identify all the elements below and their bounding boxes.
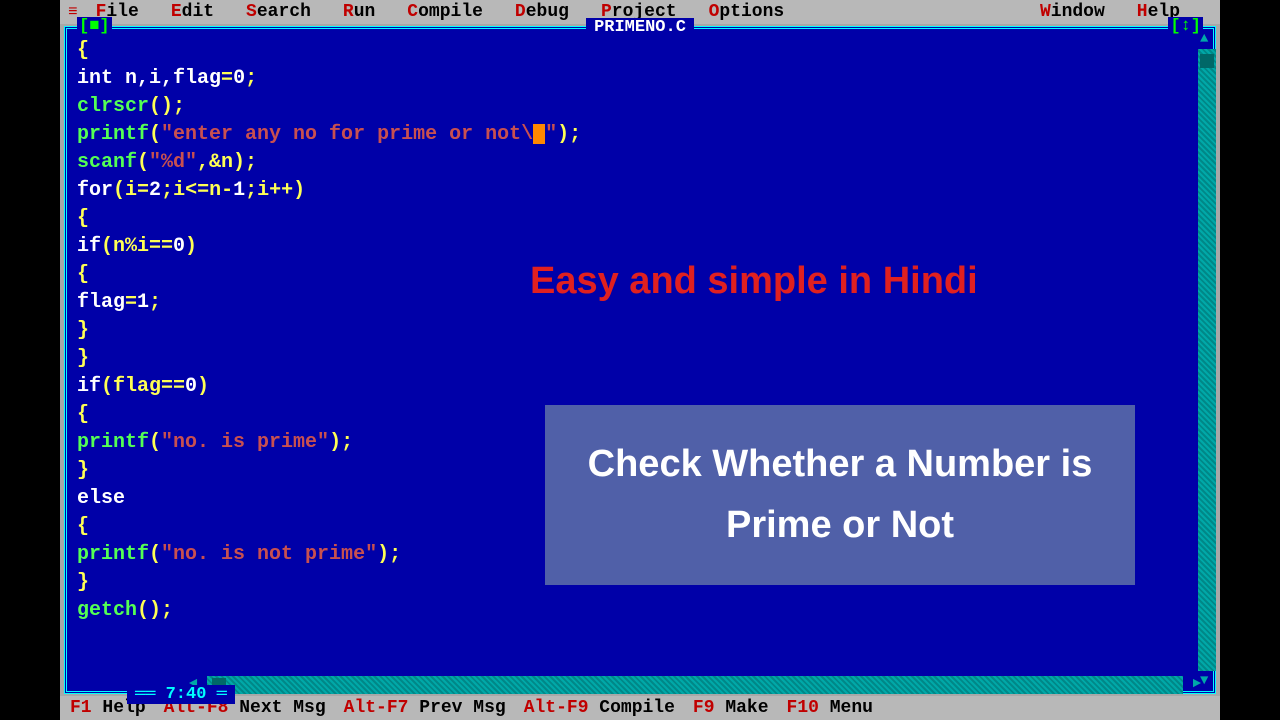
menu-indow[interactable]: Window	[1040, 2, 1105, 22]
overlay-box: Check Whether a Number is Prime or Not	[545, 405, 1135, 585]
code-line[interactable]: }	[77, 345, 1203, 373]
window-close-button[interactable]: [■]	[77, 17, 112, 36]
code-line[interactable]: scanf("%d",&n);	[77, 149, 1203, 177]
code-line[interactable]: clrscr();	[77, 93, 1203, 121]
scroll-thumb-vertical[interactable]	[1200, 54, 1214, 68]
status-item[interactable]: F9 Make	[693, 698, 769, 718]
code-line[interactable]: getch();	[77, 597, 1203, 625]
code-line[interactable]: }	[77, 317, 1203, 345]
code-line[interactable]: {	[77, 205, 1203, 233]
code-line[interactable]: printf("enter any no for prime or not\")…	[77, 121, 1203, 149]
vertical-scrollbar[interactable]	[1198, 49, 1216, 671]
menu-ompile[interactable]: Compile	[407, 2, 483, 22]
code-line[interactable]: if(flag==0)	[77, 373, 1203, 401]
overlay-caption: Easy and simple in Hindi	[530, 260, 978, 303]
menu-bar: ≡ FileEditSearchRunCompileDebugProjectOp…	[60, 0, 1220, 24]
status-item[interactable]: Alt-F7 Prev Msg	[344, 698, 506, 718]
window-zoom-button[interactable]: [↕]	[1168, 17, 1203, 36]
status-item[interactable]: Alt-F9 Compile	[524, 698, 675, 718]
cursor-position: ══ 7:40 ═	[127, 685, 235, 704]
menu-un[interactable]: Run	[343, 2, 375, 22]
overlay-box-line2: Prime or Not	[726, 495, 954, 556]
code-line[interactable]: {	[77, 37, 1203, 65]
menu-dit[interactable]: Edit	[171, 2, 214, 22]
code-line[interactable]: if(n%i==0)	[77, 233, 1203, 261]
editor-frame: [■] PRIMENO.C [↕] {int n,i,flag=0;clrscr…	[64, 26, 1216, 694]
menu-roject[interactable]: Project	[601, 2, 677, 22]
menu-ebug[interactable]: Debug	[515, 2, 569, 22]
text-cursor	[533, 124, 545, 144]
ide-window: ≡ FileEditSearchRunCompileDebugProjectOp…	[60, 0, 1220, 720]
overlay-box-line1: Check Whether a Number is	[588, 434, 1093, 495]
status-item[interactable]: F10 Menu	[787, 698, 873, 718]
code-line[interactable]: int n,i,flag=0;	[77, 65, 1203, 93]
code-line[interactable]: for(i=2;i<=n-1;i++)	[77, 177, 1203, 205]
menu-earch[interactable]: Search	[246, 2, 311, 22]
menu-ptions[interactable]: Options	[709, 2, 785, 22]
horizontal-scrollbar[interactable]	[207, 676, 1183, 694]
